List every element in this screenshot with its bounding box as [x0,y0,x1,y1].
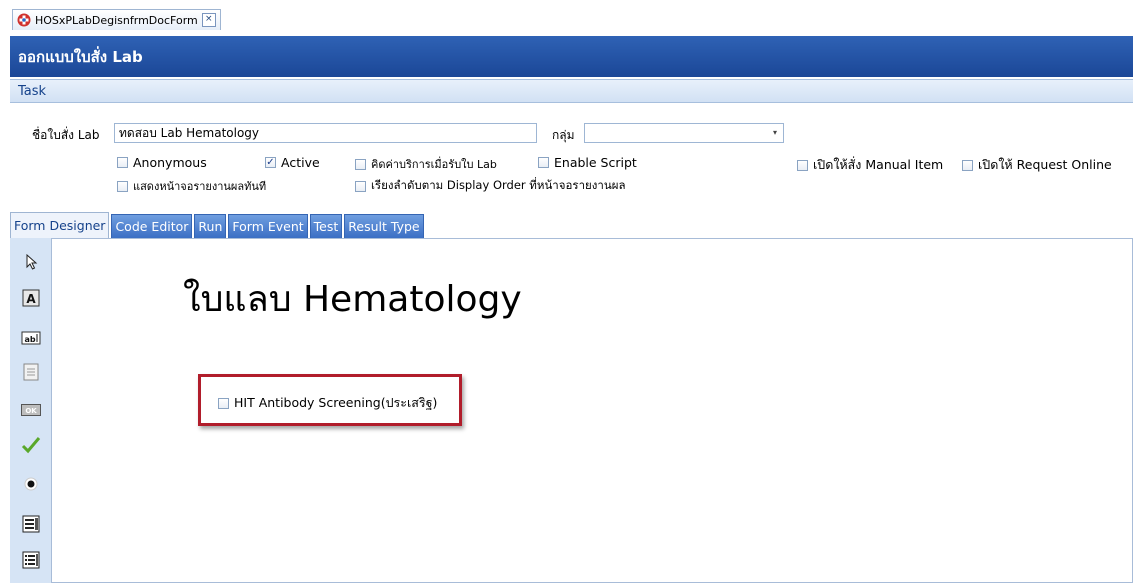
tab-code-editor[interactable]: Code Editor [111,214,193,238]
checkbox-box[interactable] [797,159,808,171]
tab-run[interactable]: Run [194,214,227,238]
lab-name-input[interactable]: ทดสอบ Lab Hematology [114,123,537,143]
lab-name-value: ทดสอบ Lab Hematology [119,125,260,140]
memo-tool-icon[interactable] [21,362,41,382]
checkbox-label: เปิดให้ Request Online [978,157,1112,172]
toolbox: A ab OK [10,238,52,583]
charge-on-receive-checkbox[interactable]: คิดค่าบริการเมื่อรับใบ Lab [355,155,497,173]
document-tab-strip: HOSxPLabDegisnfrmDocForm × [0,0,1133,36]
anonymous-checkbox[interactable]: Anonymous [117,155,207,170]
request-online-checkbox[interactable]: เปิดให้ Request Online [962,155,1112,175]
group-label: กลุ่ม [552,128,575,142]
checkbox-box[interactable] [355,180,366,192]
checkbox-box[interactable] [962,159,973,171]
hit-antibody-label: HIT Antibody Screening(ประเสริฐ) [234,395,438,410]
tab-form-designer[interactable]: Form Designer [10,212,110,238]
manual-item-checkbox[interactable]: เปิดให้สั่ง Manual Item [797,155,943,175]
document-tab[interactable]: HOSxPLabDegisnfrmDocForm × [12,9,221,30]
page-title: ออกแบบใบสั่ง Lab [18,47,143,66]
group-select[interactable]: ▾ [584,123,784,143]
enable-script-checkbox[interactable]: Enable Script [538,155,637,170]
app-logo-icon [17,13,31,27]
checkbox-label: Anonymous [133,155,207,170]
textbox-tool-icon[interactable]: ab [21,328,41,348]
task-label: Task [18,83,47,99]
checkbox-box[interactable] [355,158,366,170]
svg-text:ab: ab [24,335,35,344]
checkbox-label: เรียงลำดับตาม Display Order ที่หน้าจอราย… [371,178,626,192]
checklist-tool-icon[interactable] [21,550,41,570]
form-title-bar: ออกแบบใบสั่ง Lab [10,36,1133,77]
document-tab-title: HOSxPLabDegisnfrmDocForm [35,13,198,27]
checkbox-tool-icon[interactable] [21,435,41,455]
designer-canvas[interactable] [10,238,1133,583]
task-bar[interactable]: Task [10,79,1133,103]
pointer-icon[interactable] [21,252,41,272]
canvas-form-title[interactable]: ใบแลบ Hematology [183,270,522,327]
checkbox-label: เปิดให้สั่ง Manual Item [813,157,944,172]
checkbox-label: คิดค่าบริการเมื่อรับใบ Lab [371,158,497,171]
show-report-now-checkbox[interactable]: แสดงหน้าจอรายงานผลทันที [117,177,266,195]
tab-form-event[interactable]: Form Event [228,214,308,238]
tab-test[interactable]: Test [309,214,343,238]
designer-tabs: Form Designer Code Editor Run Form Event… [10,212,426,238]
display-order-checkbox[interactable]: เรียงลำดับตาม Display Order ที่หน้าจอราย… [355,177,626,195]
radio-tool-icon[interactable] [21,474,41,494]
svg-text:OK: OK [25,407,37,415]
svg-text:A: A [26,292,36,306]
close-icon[interactable]: × [201,13,216,27]
hit-antibody-checkbox[interactable]: HIT Antibody Screening(ประเสริฐ) [218,393,437,413]
tab-result-type[interactable]: Result Type [344,214,424,238]
chevron-down-icon[interactable]: ▾ [773,128,777,137]
listbox-tool-icon[interactable] [21,514,41,534]
checkbox-label: Enable Script [554,155,637,170]
lab-name-label: ชื่อใบสั่ง Lab [32,128,100,142]
checkbox-label: Active [281,155,320,170]
checkbox-box[interactable] [538,157,549,168]
checkbox-box[interactable] [117,157,128,168]
checkbox-box[interactable] [218,397,229,409]
checkbox-label: แสดงหน้าจอรายงานผลทันที [133,180,267,193]
active-checkbox[interactable]: ✓ Active [265,155,320,170]
checkbox-box[interactable] [117,180,128,192]
button-tool-icon[interactable]: OK [21,400,41,420]
checkbox-box-checked[interactable]: ✓ [265,157,276,168]
label-tool-icon[interactable]: A [21,288,41,308]
